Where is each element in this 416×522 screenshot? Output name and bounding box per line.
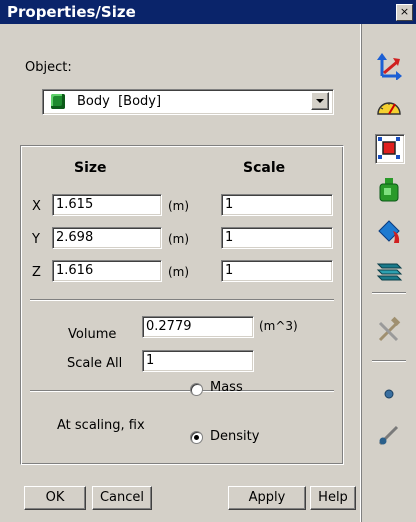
stack-layers-icon[interactable] <box>375 256 403 284</box>
axis-x-label: X <box>32 199 41 214</box>
size-column-header: Size <box>74 160 107 176</box>
mass-weight-icon <box>379 178 399 202</box>
toolbar-separator <box>372 292 406 294</box>
apply-button[interactable]: Apply <box>228 486 306 510</box>
marker-icon[interactable] <box>375 420 403 448</box>
size-y-unit: (m) <box>168 232 190 246</box>
scale-x-input[interactable]: 1 <box>221 194 333 216</box>
axes-icon[interactable] <box>375 52 403 81</box>
dropdown-arrow-button[interactable] <box>311 92 329 110</box>
gauge-icon <box>377 102 401 115</box>
mass-radio[interactable] <box>190 383 203 396</box>
density-radio[interactable] <box>190 431 203 444</box>
axis-y-label: Y <box>32 232 40 247</box>
scale-all-label: Scale All <box>67 356 123 371</box>
close-button[interactable]: × <box>396 4 413 21</box>
resize-icon <box>378 137 400 159</box>
gauge-icon[interactable] <box>375 93 403 121</box>
object-label: Object: <box>25 60 72 75</box>
scale-column-header: Scale <box>243 160 286 176</box>
object-dropdown[interactable]: Body [Body] <box>42 89 334 115</box>
toolbar-separator <box>372 360 406 362</box>
material-bucket-icon[interactable] <box>375 217 403 245</box>
size-y-input[interactable]: 2.698 <box>52 227 162 249</box>
cancel-button[interactable]: Cancel <box>92 486 152 510</box>
fix-label: At scaling, fix <box>57 418 145 433</box>
size-x-unit: (m) <box>168 199 190 213</box>
size-x-input[interactable]: 1.615 <box>52 194 162 216</box>
size-z-unit: (m) <box>168 265 190 279</box>
scale-all-input[interactable]: 1 <box>142 350 254 372</box>
scale-z-input[interactable]: 1 <box>221 260 333 282</box>
size-z-input[interactable]: 1.616 <box>52 260 162 282</box>
ok-button[interactable]: OK <box>24 486 86 510</box>
window-title: Properties/Size <box>7 3 136 21</box>
green-cube-icon <box>51 94 65 109</box>
chevron-down-icon <box>316 99 324 103</box>
point-icon[interactable] <box>375 380 403 408</box>
resize-icon[interactable] <box>375 134 405 164</box>
hammer-wrench-icon <box>378 316 401 342</box>
object-selected-value: Body [Body] <box>77 94 162 109</box>
stack-layers-icon <box>376 263 403 281</box>
density-radio-label[interactable]: Density <box>210 429 259 444</box>
size-groupbox <box>20 145 344 465</box>
material-bucket-icon <box>378 220 400 243</box>
mass-radio-label[interactable]: Mass <box>210 380 243 395</box>
marker-icon <box>378 425 399 446</box>
help-button[interactable]: Help <box>310 486 356 510</box>
axes-icon <box>377 53 402 81</box>
hammer-wrench-icon[interactable] <box>375 316 403 344</box>
divider <box>30 390 334 392</box>
volume-unit: (m^3) <box>259 319 298 333</box>
volume-input[interactable]: 0.2779 <box>142 316 254 338</box>
point-icon <box>384 389 394 399</box>
title-bar: Properties/Size × <box>0 0 416 24</box>
mass-weight-icon[interactable] <box>375 176 403 204</box>
divider <box>30 299 334 301</box>
radio-selected-dot <box>194 435 199 440</box>
scale-y-input[interactable]: 1 <box>221 227 333 249</box>
axis-z-label: Z <box>32 265 41 280</box>
volume-label: Volume <box>68 327 117 342</box>
